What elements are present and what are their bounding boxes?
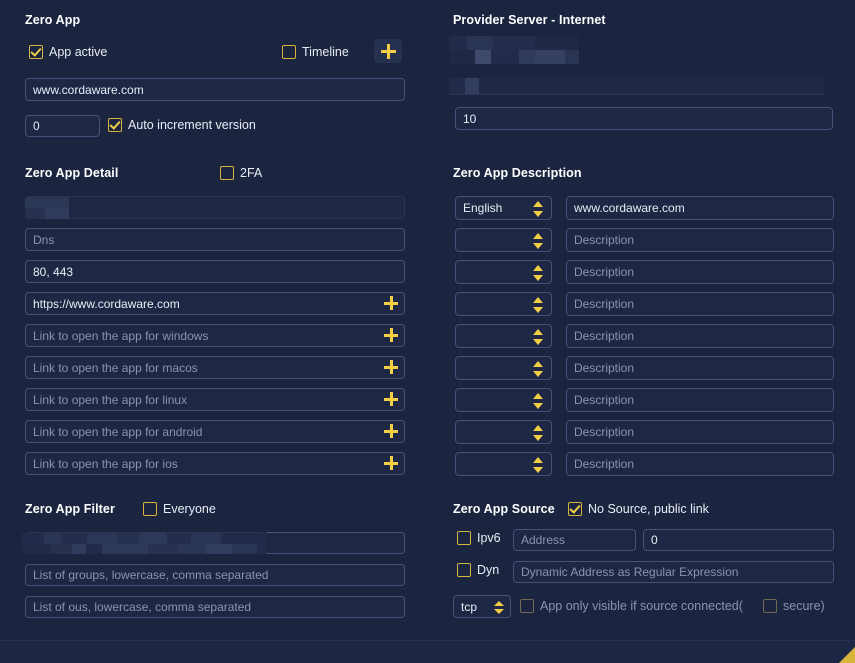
dyn-label: Dyn: [477, 563, 500, 577]
protocol-select[interactable]: tcp: [453, 595, 511, 618]
link-macos-input[interactable]: [25, 356, 405, 379]
provider-redacted-row-2: [449, 78, 824, 94]
source-connected-label: App only visible if source connected(: [540, 599, 743, 613]
auto-increment-version-label: Auto increment version: [128, 118, 256, 132]
left-column: Zero App App active Timeline Auto increm…: [0, 0, 430, 663]
redacted-overlay: [25, 197, 69, 219]
link-linux-input[interactable]: [25, 388, 405, 411]
zero-app-detail-section-title: Zero App Detail: [25, 166, 119, 180]
description-language-select-8[interactable]: [455, 420, 552, 444]
description-input-2[interactable]: [566, 228, 834, 252]
plus-icon: [380, 43, 396, 59]
right-column: Provider Server - Internet Zero App Desc…: [440, 0, 855, 663]
everyone-checkbox[interactable]: [143, 502, 157, 516]
source-connected-checkbox[interactable]: [520, 599, 534, 613]
spinner-arrows-icon[interactable]: [494, 600, 504, 615]
add-url-icon[interactable]: [384, 296, 398, 310]
description-language-select-6[interactable]: [455, 356, 552, 380]
no-source-public-link-checkbox[interactable]: [568, 502, 582, 516]
no-source-public-link-label: No Source, public link: [588, 502, 709, 516]
spinner-arrows-icon[interactable]: [533, 297, 543, 313]
bottom-bar: [0, 641, 855, 663]
add-timeline-button[interactable]: [374, 39, 402, 63]
zero-app-detail-name-input[interactable]: [25, 196, 405, 219]
secure-checkbox[interactable]: [763, 599, 777, 613]
timeline-checkbox[interactable]: [282, 45, 296, 59]
version-input[interactable]: [25, 115, 100, 137]
spinner-arrows-icon[interactable]: [533, 265, 543, 281]
resize-grip-icon[interactable]: [839, 647, 855, 663]
zero-app-url-input[interactable]: [25, 78, 405, 101]
everyone-label: Everyone: [163, 502, 216, 516]
description-language-select-4[interactable]: [455, 292, 552, 316]
dns-input[interactable]: [25, 228, 405, 251]
description-input-9[interactable]: [566, 452, 834, 476]
description-language-select-7[interactable]: [455, 388, 552, 412]
zero-app-section-title: Zero App: [25, 13, 81, 27]
ports-input[interactable]: [25, 260, 405, 283]
add-link-macos-icon[interactable]: [384, 360, 398, 374]
filter-redacted-overlay: [22, 533, 267, 554]
app-active-checkbox[interactable]: [29, 45, 43, 59]
spinner-arrows-icon[interactable]: [533, 329, 543, 345]
provider-count-input[interactable]: [455, 107, 833, 130]
spinner-arrows-icon[interactable]: [533, 233, 543, 249]
twofa-checkbox[interactable]: [220, 166, 234, 180]
spinner-arrows-icon[interactable]: [533, 201, 543, 217]
link-ios-input[interactable]: [25, 452, 405, 475]
link-windows-input[interactable]: [25, 324, 405, 347]
description-input-5[interactable]: [566, 324, 834, 348]
description-language-select-5[interactable]: [455, 324, 552, 348]
description-language-select-2[interactable]: [455, 228, 552, 252]
filter-groups-input[interactable]: [25, 564, 405, 586]
zero-app-config-window: Zero App App active Timeline Auto increm…: [0, 0, 855, 663]
zero-app-filter-section-title: Zero App Filter: [25, 502, 115, 516]
add-link-windows-icon[interactable]: [384, 328, 398, 342]
dyn-checkbox[interactable]: [457, 563, 471, 577]
provider-server-section-title: Provider Server - Internet: [453, 13, 606, 27]
description-input-4[interactable]: [566, 292, 834, 316]
description-language-select-1[interactable]: English: [455, 196, 552, 220]
zero-app-description-section-title: Zero App Description: [453, 166, 582, 180]
timeline-label: Timeline: [302, 45, 349, 59]
description-input-7[interactable]: [566, 388, 834, 412]
filter-ous-input[interactable]: [25, 596, 405, 618]
protocol-value: tcp: [461, 600, 478, 614]
detail-url-input[interactable]: [25, 292, 405, 315]
zero-app-source-section-title: Zero App Source: [453, 502, 555, 516]
spinner-arrows-icon[interactable]: [533, 457, 543, 473]
description-language-value-1: English: [463, 201, 503, 215]
secure-label: secure): [783, 599, 825, 613]
description-language-select-9[interactable]: [455, 452, 552, 476]
ipv6-checkbox[interactable]: [457, 531, 471, 545]
description-input-1[interactable]: [566, 196, 834, 220]
add-link-linux-icon[interactable]: [384, 392, 398, 406]
filter-second-input[interactable]: [264, 532, 405, 554]
source-address-input[interactable]: [513, 529, 636, 551]
link-android-input[interactable]: [25, 420, 405, 443]
description-language-select-3[interactable]: [455, 260, 552, 284]
description-input-6[interactable]: [566, 356, 834, 380]
ipv6-label: Ipv6: [477, 531, 501, 545]
auto-increment-version-checkbox[interactable]: [108, 118, 122, 132]
description-input-8[interactable]: [566, 420, 834, 444]
add-link-android-icon[interactable]: [384, 424, 398, 438]
spinner-arrows-icon[interactable]: [533, 361, 543, 377]
spinner-arrows-icon[interactable]: [533, 393, 543, 409]
twofa-label: 2FA: [240, 166, 263, 180]
add-link-ios-icon[interactable]: [384, 456, 398, 470]
provider-row-underline: [449, 94, 824, 95]
provider-redacted-row-1: [449, 36, 579, 64]
dynamic-address-input[interactable]: [513, 561, 834, 583]
description-input-3[interactable]: [566, 260, 834, 284]
source-port-input[interactable]: [643, 529, 834, 551]
app-active-label: App active: [49, 45, 108, 59]
spinner-arrows-icon[interactable]: [533, 425, 543, 441]
